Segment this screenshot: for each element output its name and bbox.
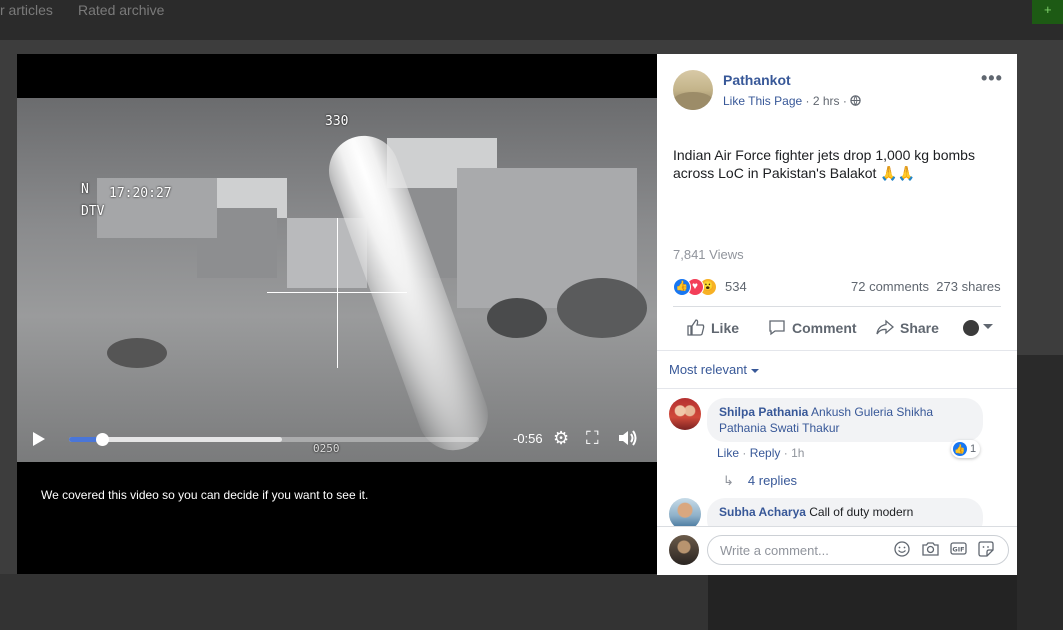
comment-bubble: Subha Acharya Call of duty modern <box>707 498 983 526</box>
divider <box>657 350 1017 351</box>
commenter-avatar[interactable] <box>669 498 701 526</box>
sticker-icon[interactable] <box>978 541 994 560</box>
background-bottom <box>0 574 708 630</box>
comment-time[interactable]: 1h <box>791 446 804 460</box>
reaction-icons[interactable]: 👍 ♥ 😮 <box>673 278 723 296</box>
background-right-panel <box>1017 355 1063 630</box>
globe-icon <box>850 94 861 108</box>
comment-sort-dropdown[interactable]: Most relevant <box>669 362 760 377</box>
overlay-timestamp: 17:20:27 <box>109 186 172 201</box>
emoji-icon[interactable] <box>894 541 910 560</box>
share-icon <box>876 319 894 336</box>
page-name[interactable]: Pathankot <box>723 72 791 88</box>
tree <box>487 298 547 338</box>
time-remaining: -0:56 <box>513 431 543 446</box>
comment-button[interactable]: Comment <box>768 319 857 336</box>
divider <box>673 306 1001 307</box>
post-text: Indian Air Force fighter jets drop 1,000… <box>673 147 975 181</box>
comment-composer: Write a comment... GIF <box>657 526 1017 575</box>
divider <box>657 388 1017 389</box>
comments-shares: 72 comments 273 shares <box>851 279 1001 294</box>
video-player[interactable]: 330 N 17:20:27 DTV 0250 -0:56 ⚙ ⛶ We cov… <box>17 54 657 574</box>
comment-actions: Like · Reply · 1h <box>717 446 805 460</box>
video-scrubber[interactable] <box>69 433 479 446</box>
like-icon <box>687 319 705 336</box>
overlay-n: N <box>81 182 89 197</box>
fullscreen-icon[interactable]: ⛶ <box>586 428 599 448</box>
background-tab-rated-archive: Rated archive <box>78 2 165 18</box>
comment-count[interactable]: 72 comments <box>851 279 929 294</box>
tree <box>557 278 647 338</box>
like-reaction-icon: 👍 <box>673 278 691 296</box>
share-count[interactable]: 273 shares <box>936 279 1000 294</box>
user-avatar[interactable] <box>669 535 699 565</box>
view-count: 7,841 Views <box>673 247 744 262</box>
like-button[interactable]: Like <box>687 319 739 336</box>
post-as-avatar[interactable] <box>963 320 979 336</box>
reply-arrow-icon: ↳ <box>723 473 734 488</box>
comment-reaction-badge[interactable]: 👍 1 <box>951 440 981 458</box>
comment-text: Call of duty modern <box>809 505 914 519</box>
crosshair-horizontal <box>267 292 407 293</box>
post-side-panel: Pathankot Like This Page · 2 hrs · ••• I… <box>657 54 1017 575</box>
play-icon[interactable] <box>33 432 45 446</box>
video-frame[interactable]: 330 N 17:20:27 DTV 0250 <box>17 98 657 462</box>
more-icon[interactable]: ••• <box>981 68 1003 89</box>
tree <box>107 338 167 368</box>
like-icon: 👍 <box>953 442 967 457</box>
background-tab-articles: r articles <box>0 2 53 18</box>
camera-icon[interactable] <box>922 541 939 559</box>
chevron-down-icon <box>751 368 760 373</box>
scrubber-handle[interactable] <box>95 433 109 446</box>
gif-icon[interactable]: GIF <box>950 541 967 559</box>
view-replies-link[interactable]: ↳ 4 replies <box>723 473 797 489</box>
volume-icon[interactable] <box>617 428 639 452</box>
comment-like-link[interactable]: Like <box>717 446 739 460</box>
post-time[interactable]: 2 hrs <box>813 94 840 108</box>
commenter-name[interactable]: Subha Acharya <box>719 505 806 519</box>
video-content-warning: We covered this video so you can decide … <box>41 488 369 502</box>
crosshair-vertical <box>337 218 338 368</box>
share-button[interactable]: Share <box>876 319 939 336</box>
photo-lightbox: 330 N 17:20:27 DTV 0250 -0:56 ⚙ ⛶ We cov… <box>17 54 1017 575</box>
page-avatar[interactable] <box>673 70 713 110</box>
background-bottom-right <box>708 574 1017 630</box>
overlay-heading: 330 <box>325 114 349 129</box>
post-meta: Like This Page · 2 hrs · <box>723 94 861 108</box>
svg-text:GIF: GIF <box>952 546 964 554</box>
background-green-button: + <box>1032 0 1063 24</box>
comment-bubble: Shilpa Pathania Ankush Guleria Shikha Pa… <box>707 398 983 442</box>
like-page-link[interactable]: Like This Page <box>723 94 802 108</box>
comment-clip: Subha Acharya Call of duty modern <box>657 494 1017 526</box>
overlay-dtv: DTV <box>81 204 105 219</box>
overlay-bottom-number: 0250 <box>313 442 340 455</box>
commenter-name[interactable]: Shilpa Pathania <box>719 405 808 419</box>
settings-icon[interactable]: ⚙ <box>553 428 569 448</box>
reaction-count[interactable]: 534 <box>725 279 747 294</box>
commenter-avatar[interactable] <box>669 398 701 430</box>
comment-icon <box>768 319 786 336</box>
comment-reply-link[interactable]: Reply <box>750 446 781 460</box>
chevron-down-icon[interactable] <box>983 324 993 329</box>
